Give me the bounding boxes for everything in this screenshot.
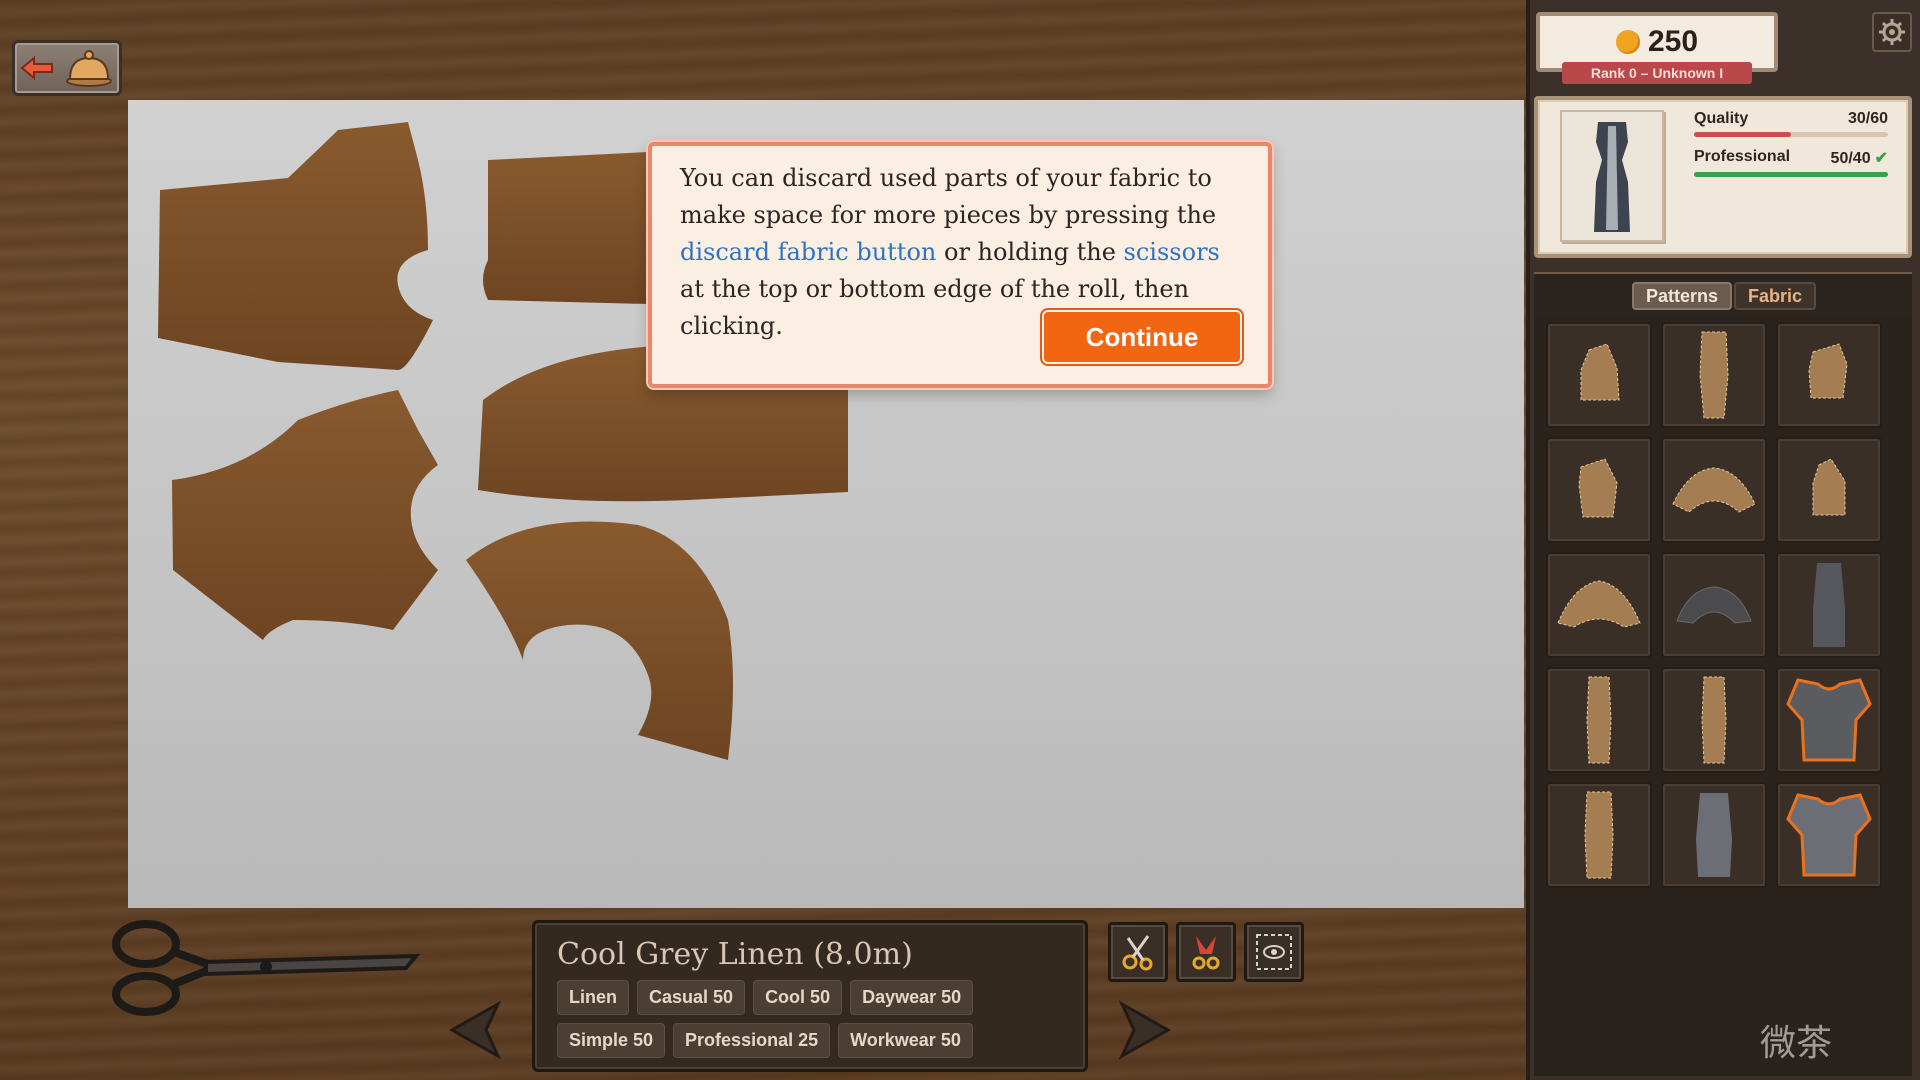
continue-button[interactable]: Continue — [1042, 310, 1242, 364]
dress-icon — [1594, 122, 1630, 232]
fabric-name: Cool Grey Linen (8.0m) — [557, 937, 913, 972]
pattern-piece[interactable] — [1776, 667, 1882, 773]
tutorial-dialog: You can discard used parts of your fabri… — [648, 142, 1272, 388]
view-toggle-button[interactable] — [1244, 922, 1304, 982]
fabric-tag: Daywear 50 — [850, 980, 974, 1015]
pattern-piece[interactable] — [1776, 552, 1882, 658]
pattern-grid — [1534, 316, 1912, 1076]
tab-fabric[interactable]: Fabric — [1734, 282, 1817, 310]
discard-fabric-icon — [1192, 936, 1220, 970]
pattern-piece[interactable] — [1661, 782, 1767, 888]
pattern-piece[interactable] — [1661, 322, 1767, 428]
fabric-tag: Simple 50 — [557, 1023, 666, 1058]
dress-preview — [1560, 110, 1664, 242]
scissors-icon[interactable] — [106, 912, 426, 1022]
scissors-tool-button[interactable] — [1108, 922, 1168, 982]
service-bell-icon — [66, 50, 112, 87]
fabric-tag: Casual 50 — [637, 980, 746, 1015]
order-card: Quality 30/60 Professional 50/40 ✔ — [1534, 96, 1912, 258]
tab-patterns[interactable]: Patterns — [1632, 282, 1733, 310]
fabric-info-panel: Cool Grey Linen (8.0m) Linen Casual 50 C… — [532, 920, 1088, 1072]
pattern-piece[interactable] — [1661, 437, 1767, 543]
scissors-link: scissors — [1123, 238, 1220, 266]
rank-badge: Rank 0 – Unknown I — [1562, 62, 1752, 84]
check-icon: ✔ — [1874, 150, 1888, 167]
settings-button[interactable] — [1872, 12, 1912, 52]
quality-label: Quality — [1694, 110, 1749, 127]
pattern-piece[interactable] — [1546, 437, 1652, 543]
fabric-tag: Workwear 50 — [838, 1023, 973, 1058]
professional-bar — [1694, 172, 1888, 177]
pattern-piece[interactable] — [1546, 322, 1652, 428]
next-arrow-icon[interactable] — [1118, 1000, 1174, 1060]
pattern-piece[interactable] — [1661, 552, 1767, 658]
fabric-tag: Professional 25 — [673, 1023, 831, 1058]
discard-fabric-button[interactable] — [1176, 922, 1236, 982]
gear-icon — [1879, 19, 1905, 45]
coin-icon — [1615, 30, 1640, 54]
pattern-piece[interactable] — [1776, 322, 1882, 428]
quality-value: 30/60 — [1847, 110, 1888, 127]
fabric-tag: Cool 50 — [753, 980, 843, 1015]
cut-hole — [466, 521, 733, 760]
pattern-piece[interactable] — [1546, 782, 1652, 888]
pattern-piece[interactable] — [1776, 782, 1882, 888]
pattern-piece[interactable] — [1776, 437, 1882, 543]
watermark: 微茶 — [1760, 1022, 1833, 1063]
professional-label: Professional — [1694, 148, 1791, 165]
cut-hole — [172, 390, 438, 640]
pattern-piece[interactable] — [1661, 667, 1767, 773]
quality-bar — [1694, 132, 1791, 137]
scissors-icon — [1122, 935, 1153, 971]
view-toggle-icon — [1256, 934, 1292, 970]
back-arrow-icon — [20, 56, 53, 80]
pattern-piece[interactable] — [1546, 552, 1652, 658]
fabric-tag: Linen — [557, 980, 629, 1015]
cut-hole — [158, 122, 433, 370]
discard-fabric-link: discard fabric button — [680, 238, 937, 266]
coin-count: 250 — [1647, 25, 1699, 58]
professional-stat: Professional 50/40 ✔ — [1694, 148, 1888, 177]
fabric-tags: Linen Casual 50 Cool 50 Daywear 50 Simpl… — [557, 980, 1077, 1058]
quality-stat: Quality 30/60 — [1694, 110, 1888, 137]
professional-value: 50/40 — [1830, 150, 1871, 167]
pattern-piece[interactable] — [1546, 667, 1652, 773]
back-button[interactable] — [12, 40, 122, 96]
prev-arrow-icon[interactable] — [446, 1000, 502, 1060]
